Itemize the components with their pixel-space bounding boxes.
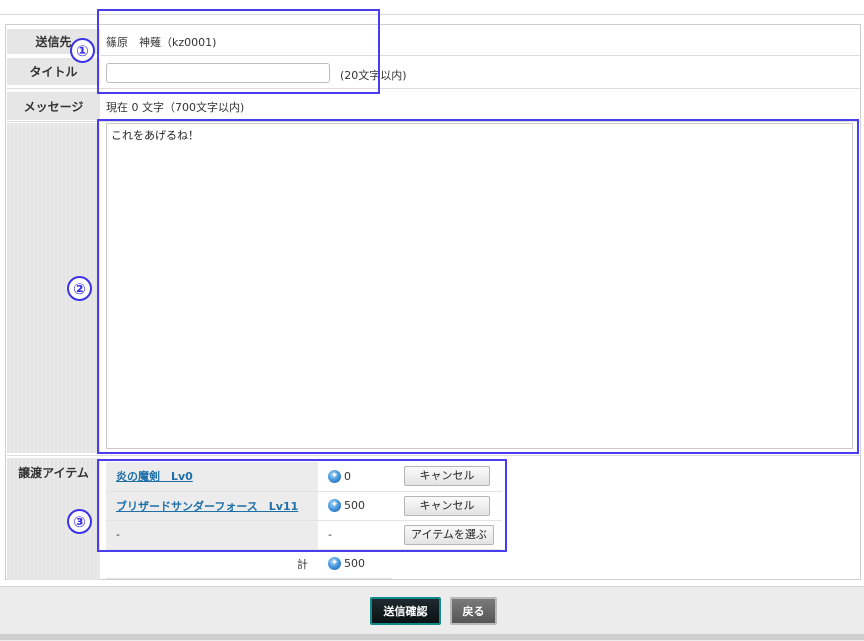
total-row: 計 ✦ 500	[106, 549, 502, 579]
annotation-box-3	[97, 459, 507, 552]
gem-icon: ✦	[328, 557, 341, 571]
items-label-text: 譲渡アイテム	[18, 466, 89, 480]
footer-bottom-border	[0, 634, 864, 640]
message-counter: 現在 0 文字（700文字以内)	[106, 101, 245, 114]
send-confirm-button[interactable]: 送信確認	[370, 597, 441, 625]
annotation-marker-3: ③	[67, 509, 92, 534]
annotation-box-1	[97, 9, 380, 94]
back-button[interactable]: 戻る	[450, 597, 497, 625]
annotation-marker-1: ①	[70, 38, 95, 63]
row-divider	[7, 455, 860, 456]
annotation-marker-2: ②	[67, 276, 92, 301]
total-label: 計	[297, 557, 308, 571]
message-label: メッセージ	[7, 92, 100, 120]
annotation-box-2	[97, 119, 859, 454]
total-price: 500	[344, 556, 365, 570]
